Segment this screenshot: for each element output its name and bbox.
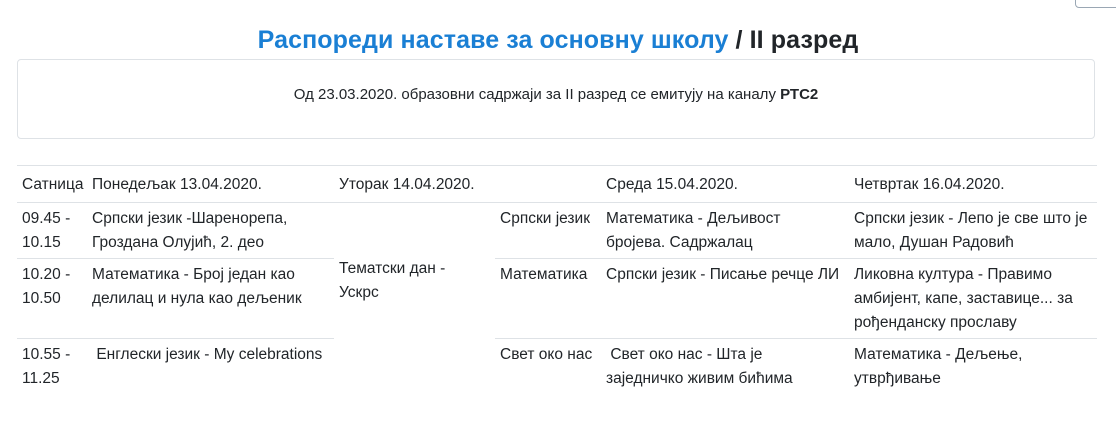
header-time: Сатница — [17, 165, 87, 203]
table-row: 09.45 - 10.15 Српски језик -Шаренорепа, … — [17, 202, 1097, 394]
grade-label: / II разред — [728, 26, 859, 54]
time-cell: 09.45 - 10.15 — [17, 202, 87, 259]
table-row: 10.55 - 11.25 Енглески језик - My celebr… — [17, 338, 1097, 394]
monday-cell: Енглески језик - My celebrations — [87, 338, 334, 394]
header-thursday: Четвртак 16.04.2020. — [849, 165, 1097, 203]
channel-name: РТС2 — [780, 86, 819, 103]
header-wednesday: Среда 15.04.2020. — [601, 165, 849, 203]
table-header-row: Сатница Понедељак 13.04.2020. Уторак 14.… — [17, 165, 1097, 203]
header-tuesday: Уторак 14.04.2020. — [334, 165, 495, 203]
wed-subject-cell: Свет око нас — [495, 338, 601, 394]
header-monday: Понедељак 13.04.2020. — [87, 165, 334, 203]
table-row: 10.20 - 10.50 Математика - Број један ка… — [17, 258, 1097, 339]
wednesday-cell: Свет око нас - Шта је заједничко живим б… — [601, 338, 849, 394]
thursday-cell: Српски језик - Лепо је све што је мало, … — [849, 202, 1097, 259]
schedule-table: Сатница Понедељак 13.04.2020. Уторак 14.… — [17, 165, 1097, 394]
time-cell: 10.20 - 10.50 — [17, 258, 87, 339]
page-title: Распореди наставе за основну школу / II … — [0, 24, 1116, 56]
wednesday-cell: Српски језик - Писање речце ЛИ — [601, 258, 849, 339]
time-cell: 10.55 - 11.25 — [17, 338, 87, 394]
wed-subject-cell: Српски језик — [495, 202, 601, 259]
header-empty — [495, 165, 601, 203]
top-right-button[interactable] — [1075, 0, 1116, 8]
schedules-link[interactable]: Распореди наставе за основну школу — [258, 26, 729, 54]
tuesday-theme-cell: Тематски дан - Ускрс — [334, 202, 495, 394]
notice-message: Од 23.03.2020. образовни садржаји за II … — [293, 86, 781, 103]
broadcast-notice: Од 23.03.2020. образовни садржаји за II … — [17, 59, 1095, 139]
wed-subject-cell: Математика — [495, 258, 601, 339]
thursday-cell: Ликовна култура - Правимо амбијент, капе… — [849, 258, 1097, 339]
notice-text: Од 23.03.2020. образовни садржаји за II … — [18, 85, 1094, 105]
monday-cell: Српски језик -Шаренорепа, Гроздана Олуји… — [87, 202, 334, 259]
wednesday-cell: Математика - Дељивост бројева. Садржалац — [601, 202, 849, 259]
thursday-cell: Математика - Дељење, утврђивање — [849, 338, 1097, 394]
monday-cell: Математика - Број један као делилац и ну… — [87, 258, 334, 339]
